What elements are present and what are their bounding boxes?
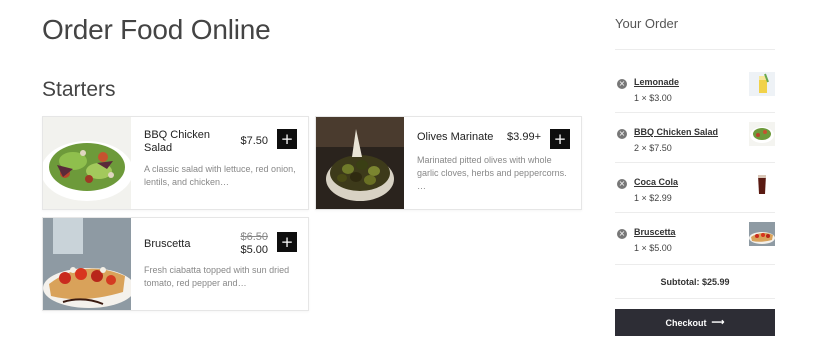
order-sidebar: Your Order × Lemonade 1 × $3.00 × BBQ Ch… bbox=[615, 0, 775, 346]
order-title: Your Order bbox=[615, 16, 679, 31]
remove-item-icon[interactable]: × bbox=[617, 129, 627, 139]
menu-item-name: Olives Marinate bbox=[417, 131, 494, 143]
order-item-coca-cola: × Coca Cola 1 × $2.99 bbox=[615, 172, 775, 222]
arrow-right-icon: ⟶ bbox=[711, 317, 725, 327]
section-title-starters: Starters bbox=[42, 78, 116, 101]
divider bbox=[615, 112, 775, 113]
menu-item-price: $7.50 bbox=[240, 135, 268, 147]
divider bbox=[615, 162, 775, 163]
salad-photo bbox=[43, 117, 131, 209]
remove-item-icon[interactable]: × bbox=[617, 79, 627, 89]
menu-item-description: Fresh ciabatta topped with sun dried tom… bbox=[144, 265, 290, 288]
bruscetta-photo bbox=[43, 218, 131, 310]
order-item-quantity: 1 × $5.00 bbox=[634, 243, 672, 253]
order-item-name[interactable]: Bruscetta bbox=[634, 227, 676, 237]
order-item-quantity: 1 × $2.99 bbox=[634, 193, 672, 203]
menu-item-name: Bruscetta bbox=[144, 238, 191, 250]
olives-photo bbox=[316, 117, 404, 209]
menu-item-price: $3.99+ bbox=[507, 131, 541, 143]
menu-item-description: Marinated pitted olives with whole garli… bbox=[417, 155, 567, 191]
salad-icon bbox=[749, 122, 775, 146]
menu-card-olives-marinate[interactable]: Olives Marinate $3.99+ + Marinated pitte… bbox=[315, 116, 582, 210]
order-item-name[interactable]: Lemonade bbox=[634, 77, 679, 87]
add-to-order-button[interactable]: + bbox=[277, 129, 297, 149]
divider bbox=[615, 49, 775, 50]
menu-card-bruscetta[interactable]: Bruscetta $6.50 $5.00 + Fresh ciabatta t… bbox=[42, 217, 309, 311]
order-item-quantity: 2 × $7.50 bbox=[634, 143, 672, 153]
menu-item-description: A classic salad with lettuce, red onion,… bbox=[144, 164, 296, 187]
lemonade-icon bbox=[749, 72, 775, 96]
divider bbox=[615, 212, 775, 213]
checkout-button[interactable]: Checkout ⟶ bbox=[615, 309, 775, 336]
divider bbox=[615, 264, 775, 265]
add-to-order-button[interactable]: + bbox=[550, 129, 570, 149]
bruscetta-icon bbox=[749, 222, 775, 246]
order-subtotal: Subtotal: $25.99 bbox=[615, 277, 775, 287]
subtotal-label: Subtotal: bbox=[660, 277, 700, 287]
divider bbox=[615, 298, 775, 299]
checkout-label: Checkout bbox=[665, 317, 707, 328]
order-item-name[interactable]: Coca Cola bbox=[634, 177, 678, 187]
menu-item-original-price: $6.50 bbox=[240, 231, 268, 243]
menu-card-bbq-chicken-salad[interactable]: BBQ Chicken Salad $7.50 + A classic sala… bbox=[42, 116, 309, 210]
remove-item-icon[interactable]: × bbox=[617, 179, 627, 189]
page-title: Order Food Online bbox=[42, 14, 271, 45]
order-item-name[interactable]: BBQ Chicken Salad bbox=[634, 127, 718, 137]
menu-item-name: BBQ Chicken Salad bbox=[144, 129, 211, 154]
menu-item-sale-price: $5.00 bbox=[240, 244, 268, 256]
remove-item-icon[interactable]: × bbox=[617, 229, 627, 239]
cola-icon bbox=[749, 172, 775, 196]
order-item-quantity: 1 × $3.00 bbox=[634, 93, 672, 103]
subtotal-value: $25.99 bbox=[701, 277, 730, 287]
order-item-lemonade: × Lemonade 1 × $3.00 bbox=[615, 72, 775, 122]
add-to-order-button[interactable]: + bbox=[277, 232, 297, 252]
order-item-bbq-chicken-salad: × BBQ Chicken Salad 2 × $7.50 bbox=[615, 122, 775, 172]
